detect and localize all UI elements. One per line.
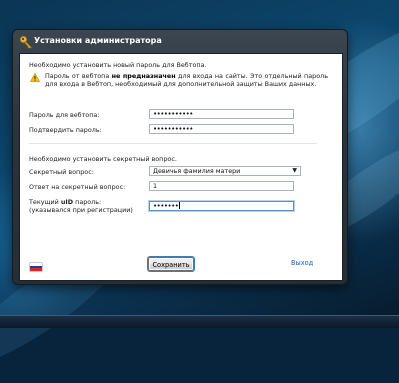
- confirm-password-label: Подтвердить пароль:: [29, 126, 102, 134]
- webtop-password-input[interactable]: •••••••••••: [149, 109, 294, 119]
- current-password-label-uid: uID: [60, 198, 74, 206]
- secret-answer-label: Ответ на секретный вопрос:: [29, 183, 126, 191]
- warning-text: Пароль от вебтопа не предназначен для вх…: [45, 72, 328, 88]
- dialog-titlebar[interactable]: Установки администратора: [13, 30, 347, 53]
- secret-answer-input[interactable]: 1: [149, 181, 294, 191]
- secret-question-intro-text: Необходимо установить секретный вопрос.: [29, 155, 177, 163]
- current-password-hint: (указывался при регистрации): [29, 206, 133, 214]
- current-password-input[interactable]: •••••••: [149, 201, 294, 211]
- secret-question-selected-value: Девичья фамилия матери: [153, 167, 241, 175]
- save-button[interactable]: Сохранить: [148, 257, 194, 271]
- secret-question-select[interactable]: Девичья фамилия матери ▼: [149, 166, 301, 176]
- russian-flag-icon[interactable]: [30, 263, 42, 271]
- current-password-label-suffix: пароль:: [75, 198, 102, 206]
- webtop-password-label: Пароль для вебтопа:: [29, 111, 100, 119]
- secret-question-label: Секретный вопрос:: [29, 168, 94, 176]
- key-icon: [19, 35, 33, 49]
- warning-icon: [30, 73, 40, 82]
- warning-text-bold: не предназначен: [111, 72, 176, 80]
- dropdown-arrow-icon[interactable]: ▼: [292, 167, 297, 175]
- text-caret: [179, 202, 181, 209]
- taskbar: [0, 315, 399, 328]
- exit-link[interactable]: Выход: [291, 259, 313, 267]
- confirm-password-input[interactable]: •••••••••••: [149, 124, 294, 134]
- current-password-value: •••••••: [153, 202, 179, 210]
- warning-text-before: Пароль от вебтопа: [45, 72, 110, 80]
- current-password-label: Текущий uID пароль:: [29, 198, 101, 206]
- dialog-title: Установки администратора: [34, 36, 162, 45]
- password-intro-text: Необходимо установить новый пароль для В…: [29, 61, 207, 69]
- current-password-label-prefix: Текущий: [29, 198, 59, 206]
- section-divider: [29, 143, 317, 144]
